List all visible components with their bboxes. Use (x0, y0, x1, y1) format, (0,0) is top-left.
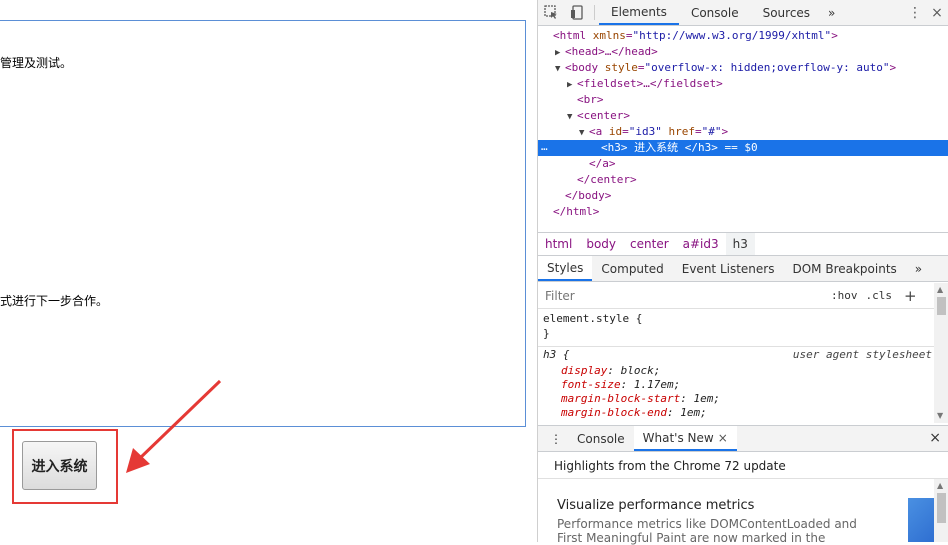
expand-triangle-icon[interactable]: ▶ (555, 45, 565, 61)
tab-styles[interactable]: Styles (538, 256, 593, 281)
scroll-up-icon[interactable]: ▲ (937, 285, 943, 294)
text-line-2: 式进行下一步合作。 (0, 294, 109, 308)
h3-rule-selector[interactable]: h3 { (543, 348, 570, 362)
close-devtools-icon[interactable]: × (926, 5, 948, 21)
dom-node-fieldset[interactable]: ▶ <fieldset>…</fieldset> (567, 76, 723, 92)
class-toggle[interactable]: .cls (866, 289, 893, 302)
dom-node-h3-selected[interactable]: … <h3> 进入系统 </h3> == $0 (538, 140, 948, 156)
drawer-scrollbar[interactable]: ▲ (934, 479, 948, 542)
dom-node-html[interactable]: <html xmlns="http://www.w3.org/1999/xhtm… (553, 28, 838, 44)
dom-node-a[interactable]: ▼ <a id="id3" href="#"> (579, 124, 728, 140)
devtools-toolbar: Elements Console Sources » ⋮ × (538, 0, 948, 26)
drawer-tab-whats-new[interactable]: What's New × (633, 426, 737, 451)
more-subtabs-icon[interactable]: » (906, 256, 931, 281)
styles-pane: element.style { } h3 { user agent styles… (538, 309, 934, 423)
highlights-heading: Highlights from the Chrome 72 update (554, 459, 786, 473)
dom-node-head[interactable]: ▶ <head>…</head> (555, 44, 658, 60)
style-prop-margin-block-end[interactable]: margin-block-end: 1em; (561, 406, 707, 420)
breadcrumb: html body center a#id3 h3 (538, 232, 948, 256)
enter-system-button[interactable]: 进入系统 (22, 441, 97, 490)
devtools-panel: Elements Console Sources » ⋮ × <html xml… (537, 0, 948, 545)
drawer-tab-console[interactable]: Console (568, 426, 634, 451)
tab-elements[interactable]: Elements (599, 0, 679, 25)
dom-node-html-close[interactable]: </html> (553, 204, 599, 220)
collapse-triangle-icon[interactable]: ▼ (555, 61, 565, 77)
styles-scrollbar[interactable]: ▲ ▼ (934, 283, 948, 423)
web-page: 管理及测试。 式进行下一步合作。 进入系统 (0, 0, 537, 542)
tab-sources[interactable]: Sources (751, 0, 822, 25)
scroll-thumb[interactable] (937, 493, 946, 523)
styles-subtabs: Styles Computed Event Listeners DOM Brea… (538, 256, 948, 282)
style-prop-font-size[interactable]: font-size: 1.17em; (561, 378, 680, 392)
text-line-1: 管理及测试。 (0, 56, 73, 70)
breadcrumb-html[interactable]: html (538, 233, 579, 255)
dom-node-br[interactable]: <br> (577, 92, 604, 108)
dom-node-center[interactable]: ▼ <center> (567, 108, 630, 124)
breadcrumb-body[interactable]: body (579, 233, 623, 255)
style-prop-display[interactable]: display: block; (561, 364, 660, 378)
rule-divider (538, 346, 934, 347)
style-prop-margin-block-start[interactable]: margin-block-start: 1em; (561, 392, 720, 406)
drawer-tabs: ⋮ Console What's New × × (538, 425, 948, 452)
tab-computed[interactable]: Computed (592, 256, 672, 281)
breadcrumb-h3[interactable]: h3 (725, 233, 755, 255)
dom-node-body-close[interactable]: </body> (565, 188, 611, 204)
close-tab-icon[interactable]: × (718, 431, 728, 445)
tab-event-listeners[interactable]: Event Listeners (673, 256, 784, 281)
drawer-menu-icon[interactable]: ⋮ (538, 426, 568, 451)
dom-node-a-close[interactable]: </a> (589, 156, 616, 172)
tab-console[interactable]: Console (679, 0, 751, 25)
collapse-triangle-icon[interactable]: ▼ (567, 109, 577, 125)
divider (538, 478, 948, 479)
h3-node-text: <h3> 进入系统 </h3> == $0 (601, 141, 758, 154)
tab-dom-breakpoints[interactable]: DOM Breakpoints (783, 256, 905, 281)
more-actions-icon[interactable]: … (541, 140, 548, 154)
fieldset-box (0, 20, 526, 427)
whats-new-label: What's New (642, 430, 714, 445)
more-tabs-icon[interactable]: » (822, 0, 841, 25)
kebab-menu-icon[interactable]: ⋮ (904, 5, 926, 21)
toolbar-separator (594, 5, 595, 20)
rule-close-brace: } (543, 327, 550, 340)
scroll-thumb[interactable] (937, 297, 946, 315)
dom-node-body[interactable]: ▼ <body style="overflow-x: hidden;overflo… (555, 60, 896, 76)
device-toolbar-icon[interactable] (564, 0, 590, 25)
expand-triangle-icon[interactable]: ▶ (567, 77, 577, 93)
inspect-element-icon[interactable] (538, 0, 564, 25)
user-agent-label: user agent stylesheet (792, 348, 932, 361)
dom-tree: <html xmlns="http://www.w3.org/1999/xhtm… (538, 27, 948, 232)
card-title[interactable]: Visualize performance metrics (557, 498, 754, 513)
breadcrumb-a[interactable]: a#id3 (676, 233, 726, 255)
collapse-triangle-icon[interactable]: ▼ (579, 125, 589, 141)
card-text: Performance metrics like DOMContentLoade… (557, 517, 857, 545)
new-rule-icon[interactable]: + (904, 287, 917, 305)
dom-node-center-close[interactable]: </center> (577, 172, 637, 188)
styles-filter-input[interactable] (541, 285, 823, 306)
hover-state-toggle[interactable]: :hov (831, 289, 858, 302)
scroll-down-icon[interactable]: ▼ (937, 411, 943, 420)
scroll-up-icon[interactable]: ▲ (937, 481, 943, 490)
card-thumbnail (908, 498, 934, 542)
element-style-rule[interactable]: element.style { (543, 312, 642, 326)
styles-filter-bar: :hov .cls + (538, 283, 938, 309)
close-drawer-icon[interactable]: × (929, 430, 941, 446)
breadcrumb-center[interactable]: center (623, 233, 676, 255)
